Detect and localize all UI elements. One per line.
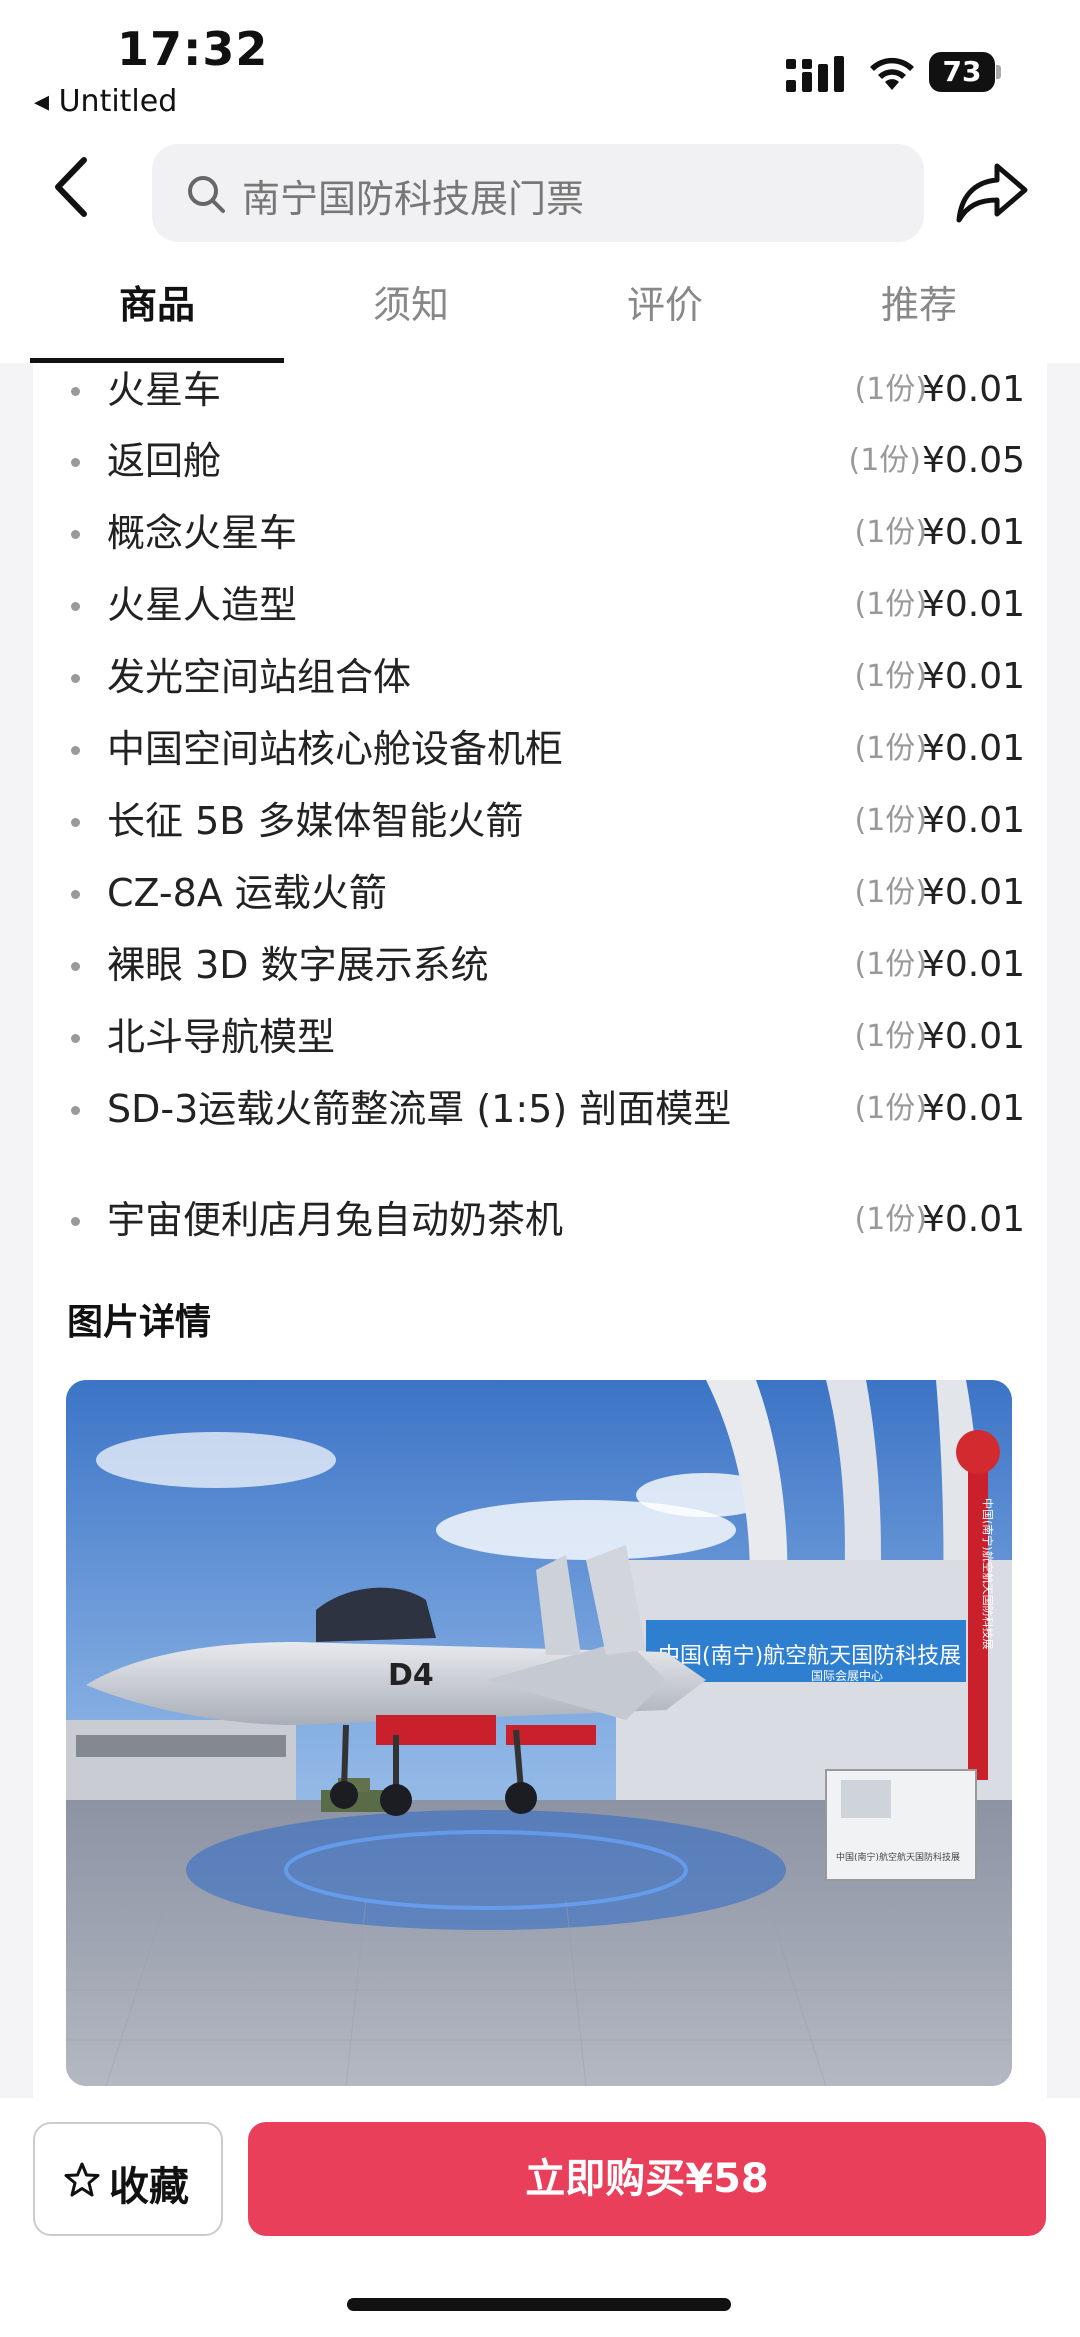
tab-label: 评价	[626, 283, 703, 327]
favorite-button[interactable]: 收藏	[33, 2122, 223, 2236]
tab-reviews[interactable]: 评价	[538, 255, 792, 363]
item-qty: (1份)	[854, 515, 928, 550]
item-name: CZ-8A 运载火箭	[107, 871, 387, 915]
search-placeholder: 南宁国防科技展门票	[242, 177, 585, 221]
banner-text: 中国(南宁)航空航天国防科技展	[658, 1644, 961, 1669]
item-price: ¥0.01	[921, 584, 1025, 625]
item-name: 长征 5B 多媒体智能火箭	[107, 799, 524, 843]
wifi-icon	[870, 57, 914, 90]
banner-subtext: 国际会展中心	[811, 1668, 883, 1683]
item-name: 返回舱	[107, 439, 222, 483]
item-name: 中国空间站核心舱设备机柜	[107, 727, 564, 771]
tab-recommend[interactable]: 推荐	[792, 255, 1046, 363]
sign-text: 中国(南宁)航空航天国防科技展	[836, 1851, 960, 1863]
product-content-card: 火星车 (1份) ¥0.01 返回舱 (1份) ¥0.05 概念火星车 (1份)…	[33, 363, 1047, 2098]
item-price: ¥0.01	[921, 1199, 1025, 1240]
back-to-app-link[interactable]: ◂ Untitled	[34, 84, 177, 119]
item-price: ¥0.01	[921, 728, 1025, 769]
item-name: 宇宙便利店月兔自动奶茶机	[107, 1198, 564, 1242]
search-input[interactable]: 南宁国防科技展门票	[152, 144, 924, 242]
item-price: ¥0.01	[921, 1088, 1025, 1129]
item-price: ¥0.01	[921, 800, 1025, 841]
cellular-signal-icon	[786, 56, 844, 92]
tab-label: 商品	[118, 283, 195, 327]
column-text: 中国(南宁)航空航天国防科技展	[981, 1498, 995, 1650]
tab-products[interactable]: 商品	[30, 255, 284, 363]
item-name: 北斗导航模型	[107, 1015, 336, 1059]
fighter-jet-exhibition-image: 中国(南宁)航空航天国防科技展 国际会展中心 中国(南宁)航空航天国防科技展 D…	[66, 1380, 1012, 2086]
item-price: ¥0.01	[921, 872, 1025, 913]
aircraft-code: D4	[388, 1658, 434, 1693]
item-price: ¥0.01	[921, 512, 1025, 553]
section-title-photo-details: 图片详情	[67, 1302, 212, 1343]
battery-icon: 73	[929, 52, 1001, 92]
item-name: 火星人造型	[107, 583, 298, 627]
item-qty: (1份)	[854, 1019, 928, 1054]
status-time: 17:32	[117, 22, 269, 76]
item-price: ¥0.05	[921, 440, 1025, 481]
top-navigation: 南宁国防科技展门票	[0, 130, 1080, 255]
item-name: 概念火星车	[107, 511, 298, 555]
buy-now-button[interactable]: 立即购买¥58	[248, 2122, 1046, 2236]
tab-label: 须知	[372, 283, 449, 327]
status-bar: 17:32 ◂ Untitled 73	[0, 0, 1080, 130]
item-price: ¥0.01	[921, 1016, 1025, 1057]
item-price: ¥0.01	[921, 656, 1025, 697]
item-qty: (1份)	[854, 947, 928, 982]
tab-label: 推荐	[880, 283, 957, 327]
item-price: ¥0.01	[921, 944, 1025, 985]
item-qty: (1份)	[848, 443, 922, 478]
item-qty: (1份)	[854, 1202, 928, 1237]
item-qty: (1份)	[854, 875, 928, 910]
search-icon	[188, 176, 225, 213]
tab-notice[interactable]: 须知	[284, 255, 538, 363]
star-icon	[64, 2162, 100, 2197]
favorite-label: 收藏	[109, 2164, 189, 2210]
item-price: ¥0.01	[921, 369, 1025, 410]
item-name: SD-3运载火箭整流罩 (1:5) 剖面模型	[107, 1087, 732, 1131]
item-name: 裸眼 3D 数字展示系统	[107, 943, 489, 987]
item-qty: (1份)	[854, 659, 928, 694]
item-qty: (1份)	[854, 1091, 928, 1126]
tab-bar: 商品 须知 评价 推荐	[0, 255, 1080, 363]
home-indicator	[347, 2298, 731, 2311]
item-qty: (1份)	[854, 587, 928, 622]
product-photo[interactable]: 中国(南宁)航空航天国防科技展 国际会展中心 中国(南宁)航空航天国防科技展 D…	[66, 1380, 1012, 2086]
item-name: 火星车	[107, 368, 222, 412]
share-icon[interactable]	[955, 160, 1029, 224]
item-name: 发光空间站组合体	[107, 655, 412, 699]
battery-level: 73	[929, 52, 995, 92]
back-arrow-icon[interactable]	[48, 154, 98, 220]
item-qty: (1份)	[854, 803, 928, 838]
item-qty: (1份)	[854, 731, 928, 766]
item-qty: (1份)	[854, 372, 928, 407]
